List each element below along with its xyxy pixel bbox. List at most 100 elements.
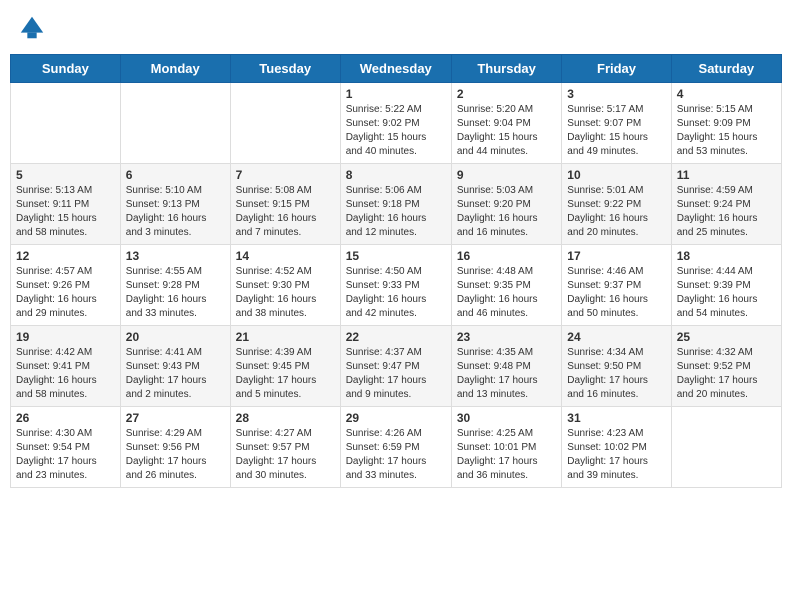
calendar-cell bbox=[120, 83, 230, 164]
calendar-cell: 23 Sunrise: 4:35 AM Sunset: 9:48 PM Dayli… bbox=[451, 326, 561, 407]
day-info: Sunrise: 4:55 AM Sunset: 9:28 PM Dayligh… bbox=[126, 265, 225, 321]
calendar-cell: 3Sunrise: 5:17 AM Sunset: 9:07 PM Daylig… bbox=[562, 83, 671, 164]
day-number: 30 bbox=[457, 411, 556, 425]
day-info: Sunrise: 4:57 AM Sunset: 9:26 PM Dayligh… bbox=[16, 265, 115, 321]
calendar-cell: 15 Sunrise: 4:50 AM Sunset: 9:33 PM Dayli… bbox=[340, 245, 451, 326]
calendar-cell: 17 Sunrise: 4:46 AM Sunset: 9:37 PM Dayli… bbox=[562, 245, 671, 326]
day-number: 25 bbox=[677, 330, 776, 344]
day-info: Sunrise: 5:06 AM Sunset: 9:18 PM Dayligh… bbox=[346, 184, 446, 240]
day-info: Sunrise: 5:03 AM Sunset: 9:20 PM Dayligh… bbox=[457, 184, 556, 240]
day-number: 14 bbox=[236, 249, 335, 263]
calendar-cell: 4 Sunrise: 5:15 AM Sunset: 9:09 PM Daylig… bbox=[671, 83, 781, 164]
day-number: 21 bbox=[236, 330, 335, 344]
day-header-saturday: Saturday bbox=[671, 55, 781, 83]
day-info: Sunrise: 4:46 AM Sunset: 9:37 PM Dayligh… bbox=[567, 265, 665, 321]
calendar-cell: 29 Sunrise: 4:26 AM Sunset: 6:59 PM Dayli… bbox=[340, 407, 451, 488]
day-number: 24 bbox=[567, 330, 665, 344]
day-info: Sunrise: 4:25 AM Sunset: 10:01 PM Daylig… bbox=[457, 427, 556, 483]
day-number: 26 bbox=[16, 411, 115, 425]
day-info: Sunrise: 5:22 AM Sunset: 9:02 PM Dayligh… bbox=[346, 103, 446, 159]
day-info: Sunrise: 5:08 AM Sunset: 9:15 PM Dayligh… bbox=[236, 184, 335, 240]
day-number: 18 bbox=[677, 249, 776, 263]
week-row-4: 19Sunrise: 4:42 AM Sunset: 9:41 PM Dayli… bbox=[11, 326, 782, 407]
logo-icon bbox=[18, 14, 46, 42]
day-header-tuesday: Tuesday bbox=[230, 55, 340, 83]
day-header-friday: Friday bbox=[562, 55, 671, 83]
calendar-cell bbox=[671, 407, 781, 488]
calendar-cell: 20Sunrise: 4:41 AM Sunset: 9:43 PM Dayli… bbox=[120, 326, 230, 407]
calendar-cell: 9 Sunrise: 5:03 AM Sunset: 9:20 PM Daylig… bbox=[451, 164, 561, 245]
day-number: 2 bbox=[457, 87, 556, 101]
calendar-cell: 25 Sunrise: 4:32 AM Sunset: 9:52 PM Dayli… bbox=[671, 326, 781, 407]
day-number: 17 bbox=[567, 249, 665, 263]
week-row-3: 12 Sunrise: 4:57 AM Sunset: 9:26 PM Dayli… bbox=[11, 245, 782, 326]
calendar-cell: 16Sunrise: 4:48 AM Sunset: 9:35 PM Dayli… bbox=[451, 245, 561, 326]
calendar-cell: 14 Sunrise: 4:52 AM Sunset: 9:30 PM Dayli… bbox=[230, 245, 340, 326]
day-number: 29 bbox=[346, 411, 446, 425]
day-info: Sunrise: 5:10 AM Sunset: 9:13 PM Dayligh… bbox=[126, 184, 225, 240]
calendar-cell: 27 Sunrise: 4:29 AM Sunset: 9:56 PM Dayli… bbox=[120, 407, 230, 488]
day-info: Sunrise: 4:44 AM Sunset: 9:39 PM Dayligh… bbox=[677, 265, 776, 321]
day-info: Sunrise: 4:37 AM Sunset: 9:47 PM Dayligh… bbox=[346, 346, 446, 402]
calendar-cell: 6 Sunrise: 5:10 AM Sunset: 9:13 PM Daylig… bbox=[120, 164, 230, 245]
day-number: 15 bbox=[346, 249, 446, 263]
day-info: Sunrise: 4:27 AM Sunset: 9:57 PM Dayligh… bbox=[236, 427, 335, 483]
day-number: 12 bbox=[16, 249, 115, 263]
day-info: Sunrise: 4:29 AM Sunset: 9:56 PM Dayligh… bbox=[126, 427, 225, 483]
day-info: Sunrise: 4:50 AM Sunset: 9:33 PM Dayligh… bbox=[346, 265, 446, 321]
day-info: Sunrise: 5:20 AM Sunset: 9:04 PM Dayligh… bbox=[457, 103, 556, 159]
day-number: 27 bbox=[126, 411, 225, 425]
calendar-cell: 8 Sunrise: 5:06 AM Sunset: 9:18 PM Daylig… bbox=[340, 164, 451, 245]
day-number: 6 bbox=[126, 168, 225, 182]
calendar-cell: 18 Sunrise: 4:44 AM Sunset: 9:39 PM Dayli… bbox=[671, 245, 781, 326]
calendar-cell bbox=[11, 83, 121, 164]
day-header-sunday: Sunday bbox=[11, 55, 121, 83]
day-header-monday: Monday bbox=[120, 55, 230, 83]
calendar-cell: 13 Sunrise: 4:55 AM Sunset: 9:28 PM Dayli… bbox=[120, 245, 230, 326]
day-info: Sunrise: 5:15 AM Sunset: 9:09 PM Dayligh… bbox=[677, 103, 776, 159]
day-info: Sunrise: 4:32 AM Sunset: 9:52 PM Dayligh… bbox=[677, 346, 776, 402]
page-header bbox=[10, 10, 782, 46]
day-number: 3 bbox=[567, 87, 665, 101]
day-info: Sunrise: 4:34 AM Sunset: 9:50 PM Dayligh… bbox=[567, 346, 665, 402]
week-row-2: 5 Sunrise: 5:13 AM Sunset: 9:11 PM Daylig… bbox=[11, 164, 782, 245]
day-number: 8 bbox=[346, 168, 446, 182]
calendar-cell: 2 Sunrise: 5:20 AM Sunset: 9:04 PM Daylig… bbox=[451, 83, 561, 164]
day-info: Sunrise: 4:35 AM Sunset: 9:48 PM Dayligh… bbox=[457, 346, 556, 402]
calendar-cell: 12 Sunrise: 4:57 AM Sunset: 9:26 PM Dayli… bbox=[11, 245, 121, 326]
calendar-table: SundayMondayTuesdayWednesdayThursdayFrid… bbox=[10, 54, 782, 488]
calendar-cell: 1 Sunrise: 5:22 AM Sunset: 9:02 PM Daylig… bbox=[340, 83, 451, 164]
calendar-cell: 24 Sunrise: 4:34 AM Sunset: 9:50 PM Dayli… bbox=[562, 326, 671, 407]
day-number: 28 bbox=[236, 411, 335, 425]
day-number: 5 bbox=[16, 168, 115, 182]
calendar-cell: 5 Sunrise: 5:13 AM Sunset: 9:11 PM Daylig… bbox=[11, 164, 121, 245]
day-header-thursday: Thursday bbox=[451, 55, 561, 83]
day-info: Sunrise: 4:52 AM Sunset: 9:30 PM Dayligh… bbox=[236, 265, 335, 321]
day-number: 23 bbox=[457, 330, 556, 344]
day-number: 13 bbox=[126, 249, 225, 263]
week-row-1: 1 Sunrise: 5:22 AM Sunset: 9:02 PM Daylig… bbox=[11, 83, 782, 164]
calendar-cell: 22 Sunrise: 4:37 AM Sunset: 9:47 PM Dayli… bbox=[340, 326, 451, 407]
calendar-cell: 21 Sunrise: 4:39 AM Sunset: 9:45 PM Dayli… bbox=[230, 326, 340, 407]
calendar-cell: 11Sunrise: 4:59 AM Sunset: 9:24 PM Dayli… bbox=[671, 164, 781, 245]
day-info: Sunrise: 5:13 AM Sunset: 9:11 PM Dayligh… bbox=[16, 184, 115, 240]
day-number: 11 bbox=[677, 168, 776, 182]
day-info: Sunrise: 4:23 AM Sunset: 10:02 PM Daylig… bbox=[567, 427, 665, 483]
calendar-cell: 19Sunrise: 4:42 AM Sunset: 9:41 PM Dayli… bbox=[11, 326, 121, 407]
day-info: Sunrise: 4:41 AM Sunset: 9:43 PM Dayligh… bbox=[126, 346, 225, 402]
day-info: Sunrise: 4:48 AM Sunset: 9:35 PM Dayligh… bbox=[457, 265, 556, 321]
week-row-5: 26 Sunrise: 4:30 AM Sunset: 9:54 PM Dayli… bbox=[11, 407, 782, 488]
day-number: 7 bbox=[236, 168, 335, 182]
day-number: 1 bbox=[346, 87, 446, 101]
day-number: 31 bbox=[567, 411, 665, 425]
day-number: 9 bbox=[457, 168, 556, 182]
header-row: SundayMondayTuesdayWednesdayThursdayFrid… bbox=[11, 55, 782, 83]
day-info: Sunrise: 4:39 AM Sunset: 9:45 PM Dayligh… bbox=[236, 346, 335, 402]
day-info: Sunrise: 4:26 AM Sunset: 6:59 PM Dayligh… bbox=[346, 427, 446, 483]
day-number: 4 bbox=[677, 87, 776, 101]
day-number: 22 bbox=[346, 330, 446, 344]
calendar-cell: 7 Sunrise: 5:08 AM Sunset: 9:15 PM Daylig… bbox=[230, 164, 340, 245]
day-info: Sunrise: 4:30 AM Sunset: 9:54 PM Dayligh… bbox=[16, 427, 115, 483]
day-info: Sunrise: 5:01 AM Sunset: 9:22 PM Dayligh… bbox=[567, 184, 665, 240]
day-number: 19 bbox=[16, 330, 115, 344]
